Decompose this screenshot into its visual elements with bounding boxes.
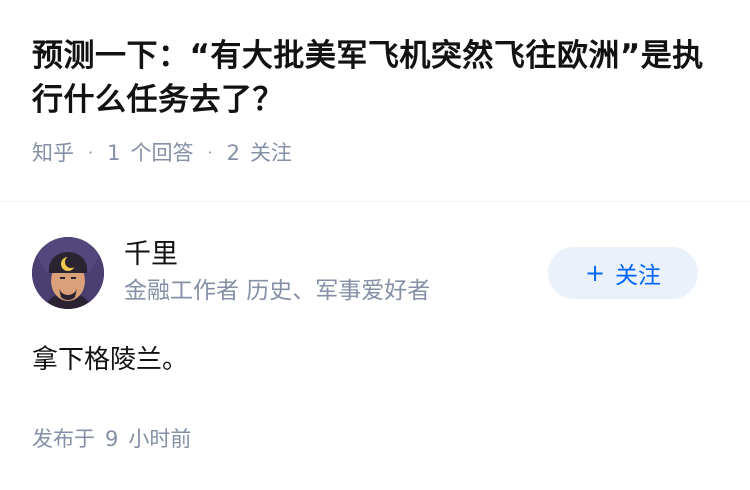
time-value: 9 — [105, 427, 119, 451]
follow-count: 2 — [226, 141, 240, 165]
follow-button[interactable]: + 关注 — [548, 247, 698, 299]
answer-count: 1 — [107, 141, 121, 165]
question-meta: 知乎 · 1 个回答 · 2 关注 — [32, 139, 722, 167]
question-title[interactable]: 预测一下：“有大批美军飞机突然飞往欧洲”是执行什么任务去了？ — [32, 34, 722, 122]
section-divider — [0, 201, 750, 202]
author-name[interactable]: 千里 — [124, 237, 178, 273]
meta-separator: · — [207, 143, 213, 162]
zhihu-question-page: 预测一下：“有大批美军飞机突然飞往欧洲”是执行什么任务去了？ 知乎 · 1 个回… — [0, 0, 750, 490]
answer-count-label: 个回答 — [130, 141, 194, 165]
follow-button-label: 关注 — [615, 263, 662, 289]
follow-count-label: 关注 — [249, 141, 292, 165]
author-bio: 金融工作者 历史、军事爱好者 — [124, 278, 431, 304]
answer-timestamp: 发布于 9 小时前 — [32, 424, 191, 454]
question-header: 预测一下：“有大批美军飞机突然飞往欧洲”是执行什么任务去了？ 知乎 · 1 个回… — [32, 34, 722, 167]
time-unit: 小时前 — [128, 427, 192, 451]
answer-content: 拿下格陵兰。 — [32, 345, 189, 375]
time-prefix: 发布于 — [32, 427, 95, 451]
author-info: 千里 金融工作者 历史、军事爱好者 + 关注 — [32, 235, 718, 309]
crescent-moon-avatar-icon — [32, 237, 104, 309]
source-label[interactable]: 知乎 — [32, 139, 74, 167]
avatar[interactable] — [32, 237, 104, 309]
meta-separator: · — [88, 143, 94, 162]
plus-icon: + — [584, 259, 606, 287]
